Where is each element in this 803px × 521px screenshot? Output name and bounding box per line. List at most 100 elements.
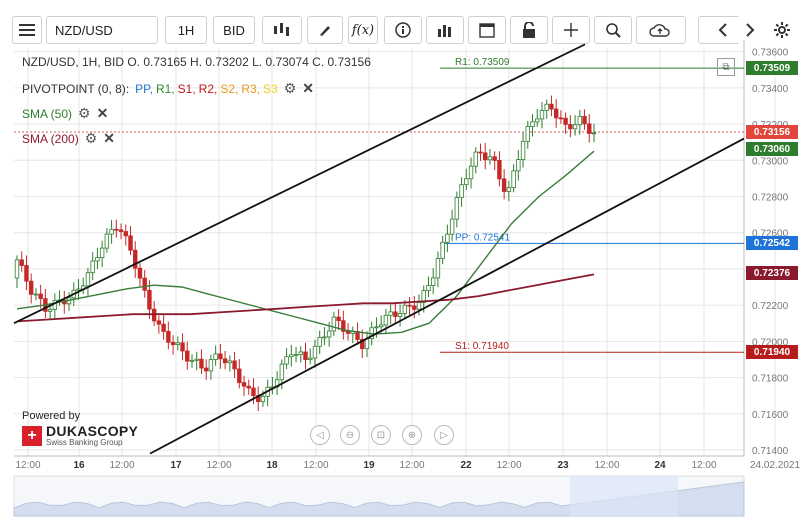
candle-body bbox=[468, 165, 474, 180]
x-tick-label: 16 bbox=[73, 460, 85, 471]
pivot-label: PIVOTPOINT (0, 8) bbox=[22, 81, 126, 96]
gear-icon[interactable]: ⚙ bbox=[85, 130, 98, 147]
candle-body bbox=[326, 330, 332, 338]
candle-body bbox=[407, 304, 412, 307]
navigator bbox=[13, 475, 745, 517]
dukascopy-logo: + DUKASCOPY Swiss Banking Group bbox=[22, 424, 138, 447]
candle-body bbox=[577, 115, 583, 126]
close-icon[interactable]: ✕ bbox=[103, 130, 115, 147]
candle-body bbox=[293, 354, 299, 356]
candle-body bbox=[397, 313, 403, 317]
candle-body bbox=[47, 309, 53, 312]
candle-body bbox=[251, 387, 256, 397]
s1-line-label: S1: 0.71940 bbox=[455, 341, 509, 352]
channel-lower-line bbox=[149, 137, 745, 455]
next-icon[interactable]: ▷ bbox=[434, 425, 454, 445]
candle-body bbox=[38, 293, 43, 300]
candle-body bbox=[246, 385, 251, 389]
sma200-label: SMA (200) bbox=[22, 131, 79, 146]
candle-body bbox=[525, 126, 530, 142]
pivot-legend: PIVOTPOINT (0, 8): PP, R1, S1, R2, S2, R3, S3 … bbox=[22, 80, 314, 97]
x-tick-label: 12:00 bbox=[109, 460, 134, 471]
expand-icon[interactable]: ⧉ bbox=[717, 58, 735, 76]
zoom-in-icon[interactable]: ⊕ bbox=[402, 425, 422, 445]
candle-body bbox=[322, 336, 327, 339]
sma50-legend: SMA (50) ⚙ ✕ bbox=[22, 105, 108, 122]
candle-body bbox=[298, 351, 303, 355]
candle-body bbox=[478, 151, 483, 154]
price-label: 0.73156 bbox=[746, 125, 798, 140]
pivot-item: PP, bbox=[135, 81, 153, 96]
gear-icon[interactable]: ⚙ bbox=[284, 80, 297, 97]
x-tick-label: 19 bbox=[363, 460, 375, 471]
x-tick-label: 12:00 bbox=[594, 460, 619, 471]
candle-body bbox=[279, 363, 285, 381]
pivot-item: R2, bbox=[198, 81, 218, 96]
candle-body bbox=[591, 132, 597, 135]
logo-sub: Swiss Banking Group bbox=[46, 438, 123, 447]
price-label: 0.72376 bbox=[746, 266, 798, 281]
candle-body bbox=[430, 277, 436, 286]
y-tick-label: 0.73400 bbox=[752, 84, 789, 95]
ohlc-text: NZD/USD, 1H, BID O. 0.73165 H. 0.73202 L… bbox=[22, 55, 371, 69]
ohlc-legend: NZD/USD, 1H, BID O. 0.73165 H. 0.73202 L… bbox=[22, 55, 371, 69]
candle-body bbox=[558, 117, 564, 120]
candle-body bbox=[487, 156, 493, 161]
sma200-legend: SMA (200) ⚙ ✕ bbox=[22, 130, 115, 147]
grid bbox=[14, 48, 776, 456]
candle-body bbox=[572, 124, 578, 130]
candle-body bbox=[501, 178, 507, 192]
candle-body bbox=[506, 187, 512, 192]
close-icon[interactable]: ✕ bbox=[97, 105, 109, 122]
candle-body bbox=[435, 258, 441, 279]
candle-body bbox=[582, 115, 587, 125]
candle-body bbox=[199, 358, 204, 369]
candle-body bbox=[227, 360, 233, 364]
x-tick-label: 22 bbox=[460, 460, 472, 471]
candle-body bbox=[118, 229, 124, 232]
candle-body bbox=[303, 351, 308, 360]
y-tick-label: 0.71800 bbox=[752, 374, 789, 385]
gear-icon[interactable]: ⚙ bbox=[78, 105, 91, 122]
candle-body bbox=[312, 345, 318, 359]
candle-body bbox=[128, 235, 133, 251]
candle-body bbox=[218, 353, 223, 360]
y-tick-label: 0.71400 bbox=[752, 446, 789, 457]
price-label: 0.72542 bbox=[746, 236, 798, 251]
candle-body bbox=[440, 241, 445, 259]
candle-body bbox=[553, 108, 559, 119]
candle-body bbox=[539, 110, 545, 120]
candle-body bbox=[587, 123, 592, 134]
candle-body bbox=[104, 233, 110, 249]
candle-body bbox=[185, 350, 190, 362]
close-icon[interactable]: ✕ bbox=[302, 80, 314, 97]
candle-body bbox=[232, 360, 237, 370]
channel-lines bbox=[13, 43, 745, 455]
candle-body bbox=[412, 305, 417, 310]
candle-body bbox=[194, 358, 199, 361]
zoom-out-icon[interactable]: ⊖ bbox=[340, 425, 360, 445]
pivot-levels: R1: 0.73509 PP: 0.72541 S1: 0.71940 bbox=[14, 57, 744, 353]
candle-body bbox=[189, 359, 195, 362]
candle-body bbox=[530, 121, 535, 127]
candle-body bbox=[166, 331, 171, 343]
x-axis: 12:00 16 12:00 17 12:00 18 12:00 19 12:00 22 12:00… bbox=[14, 455, 800, 471]
candle-body bbox=[445, 233, 450, 243]
logo-name: DUKASCOPY bbox=[46, 423, 139, 439]
reset-icon[interactable]: ⊡ bbox=[371, 425, 391, 445]
x-tick-label: 12:00 bbox=[206, 460, 231, 471]
candle-body bbox=[28, 280, 34, 295]
pivot-item: R3, bbox=[241, 81, 261, 96]
prev-icon[interactable]: ◁ bbox=[310, 425, 330, 445]
candle-body bbox=[33, 293, 39, 296]
candle-body bbox=[426, 285, 431, 292]
x-tick-label: 12:00 bbox=[303, 460, 328, 471]
r1-line-label: R1: 0.73509 bbox=[455, 57, 510, 68]
y-tick-label: 0.72800 bbox=[752, 192, 789, 203]
candle-body bbox=[383, 314, 389, 326]
x-tick-label: 23 bbox=[557, 460, 569, 471]
candle-body bbox=[563, 117, 568, 125]
candle-body bbox=[156, 320, 162, 325]
navigator-window bbox=[570, 476, 678, 516]
candle-body bbox=[76, 288, 81, 291]
